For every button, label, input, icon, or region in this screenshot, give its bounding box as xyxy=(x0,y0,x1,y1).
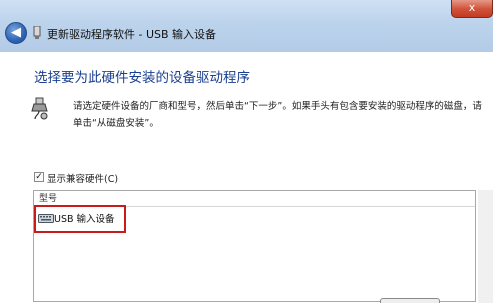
hardware-wizard-icon xyxy=(33,26,41,39)
back-button[interactable]: ◀ xyxy=(5,22,27,44)
show-compatible-label[interactable]: 显示兼容硬件(C) xyxy=(47,171,118,185)
page-heading: 选择要为此硬件安装的设备驱动程序 xyxy=(34,70,250,86)
model-list[interactable]: 型号 USB 输入设备 xyxy=(33,190,476,302)
show-compatible-checkbox[interactable]: ✓ xyxy=(34,172,44,182)
window-title: 更新驱动程序软件 - USB 输入设备 xyxy=(47,28,217,41)
red-highlight-box xyxy=(34,205,126,233)
close-button[interactable]: x xyxy=(451,0,493,18)
right-edge-panel xyxy=(478,190,493,303)
next-button-partial[interactable] xyxy=(380,298,440,303)
model-list-item[interactable]: USB 输入设备 xyxy=(34,205,127,233)
hardware-device-icon xyxy=(31,97,48,120)
instruction-text: 请选定硬件设备的厂商和型号，然后单击“下一步”。如果手头有包含要安装的驱动程序的… xyxy=(73,101,482,129)
